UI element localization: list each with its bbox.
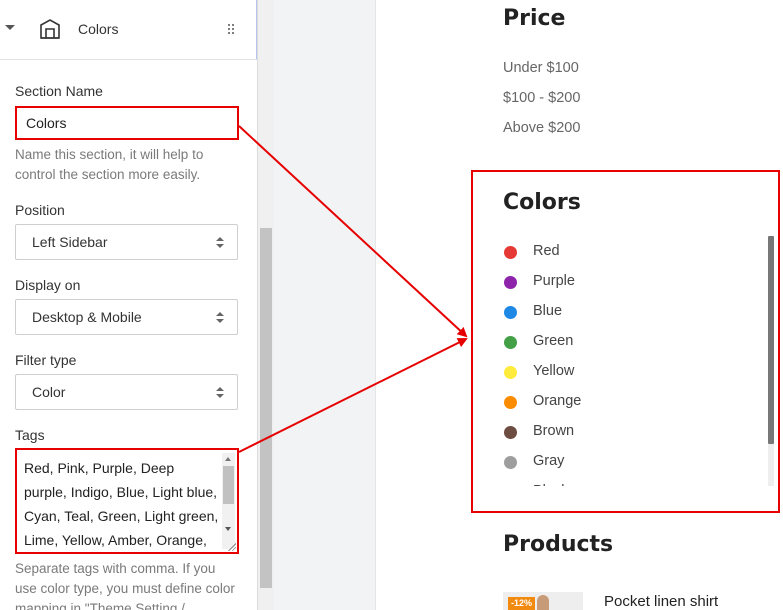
color-filter-item[interactable]: Orange <box>503 390 763 420</box>
color-filter-item[interactable]: Purple <box>503 270 763 300</box>
colors-title: Colors <box>503 190 581 215</box>
color-filter-label: Blue <box>533 303 563 319</box>
color-filter-label: Yellow <box>533 363 575 379</box>
color-filter-label: Black <box>533 483 568 486</box>
caret-down-icon[interactable] <box>5 25 15 30</box>
product-name[interactable]: Pocket linen shirt <box>604 593 718 610</box>
filter-type-select[interactable]: Color <box>15 374 238 410</box>
select-arrows-icon <box>216 387 224 399</box>
drag-handle-icon[interactable] <box>228 24 236 36</box>
tags-label: Tags <box>15 427 45 443</box>
color-filter-label: Orange <box>533 393 582 409</box>
color-filter-item[interactable]: Yellow <box>503 360 763 390</box>
color-filter-item[interactable]: Black <box>503 480 763 486</box>
color-filter-label: Brown <box>533 423 575 439</box>
price-filter-item[interactable]: Above $200 <box>503 120 580 136</box>
color-filter-item[interactable]: Blue <box>503 300 763 330</box>
tags-help: Separate tags with comma. If you use col… <box>15 561 235 610</box>
color-list: Red Purple Blue Green Yellow Orange Brown Gray B… <box>503 240 763 486</box>
section-header[interactable]: Colors <box>0 0 257 60</box>
tags-textarea-value: Red, Pink, Purple, Deep purple, Indigo, … <box>24 460 219 548</box>
panel-scrollbar[interactable] <box>258 0 274 610</box>
color-swatch <box>504 456 517 469</box>
price-filter-item[interactable]: Under $100 <box>503 60 579 76</box>
discount-badge: -12% <box>508 597 536 610</box>
select-arrows-icon <box>216 312 224 324</box>
color-filter-item[interactable]: Gray <box>503 450 763 480</box>
tags-textarea[interactable]: Red, Pink, Purple, Deep purple, Indigo, … <box>15 448 239 554</box>
color-filter-label: Red <box>533 243 560 259</box>
product-thumbnail[interactable]: -12% <box>503 592 583 610</box>
section-header-title: Colors <box>78 21 119 37</box>
position-select-value: Left Sidebar <box>32 234 108 250</box>
product-model-image <box>537 595 549 610</box>
price-title: Price <box>503 6 566 31</box>
position-label: Position <box>15 202 65 218</box>
color-filter-item[interactable]: Brown <box>503 420 763 450</box>
section-name-input[interactable] <box>15 106 239 140</box>
color-swatch <box>504 426 517 439</box>
color-filter-label: Purple <box>533 273 575 289</box>
color-swatch <box>504 246 517 259</box>
color-filter-label: Gray <box>533 453 565 469</box>
color-filter-item[interactable]: Green <box>503 330 763 360</box>
colors-filter-widget: Colors Red Purple Blue Green Yellow Orange Bro… <box>471 170 780 513</box>
tags-scrollbar[interactable] <box>222 453 235 549</box>
scroll-down-icon[interactable] <box>225 527 231 531</box>
price-filter-item[interactable]: $100 - $200 <box>503 90 580 106</box>
color-swatch <box>504 336 517 349</box>
section-name-label: Section Name <box>15 83 103 99</box>
home-layout-icon <box>40 19 60 39</box>
color-filter-item[interactable]: Red <box>503 240 763 270</box>
color-swatch <box>504 276 517 289</box>
display-on-select-value: Desktop & Mobile <box>32 309 142 325</box>
filter-type-label: Filter type <box>15 352 77 368</box>
select-arrows-icon <box>216 237 224 249</box>
section-name-help: Name this section, it will help to contr… <box>15 147 204 182</box>
display-on-label: Display on <box>15 277 81 293</box>
filter-type-select-value: Color <box>32 384 66 400</box>
scroll-up-icon[interactable] <box>225 457 231 461</box>
color-swatch <box>504 366 517 379</box>
preview-gutter <box>274 0 376 610</box>
colors-scrollbar[interactable] <box>768 236 774 486</box>
color-swatch <box>504 306 517 319</box>
position-select[interactable]: Left Sidebar <box>15 224 238 260</box>
resize-grip-icon[interactable] <box>228 543 236 551</box>
color-filter-label: Green <box>533 333 574 349</box>
products-title: Products <box>503 532 614 557</box>
display-on-select[interactable]: Desktop & Mobile <box>15 299 238 335</box>
tags-scrollbar-thumb[interactable] <box>223 466 234 504</box>
color-swatch <box>504 396 517 409</box>
panel-scrollbar-thumb[interactable] <box>260 228 272 588</box>
settings-panel: Colors Section Name Name this section, i… <box>0 0 258 610</box>
colors-scrollbar-thumb[interactable] <box>768 236 774 444</box>
